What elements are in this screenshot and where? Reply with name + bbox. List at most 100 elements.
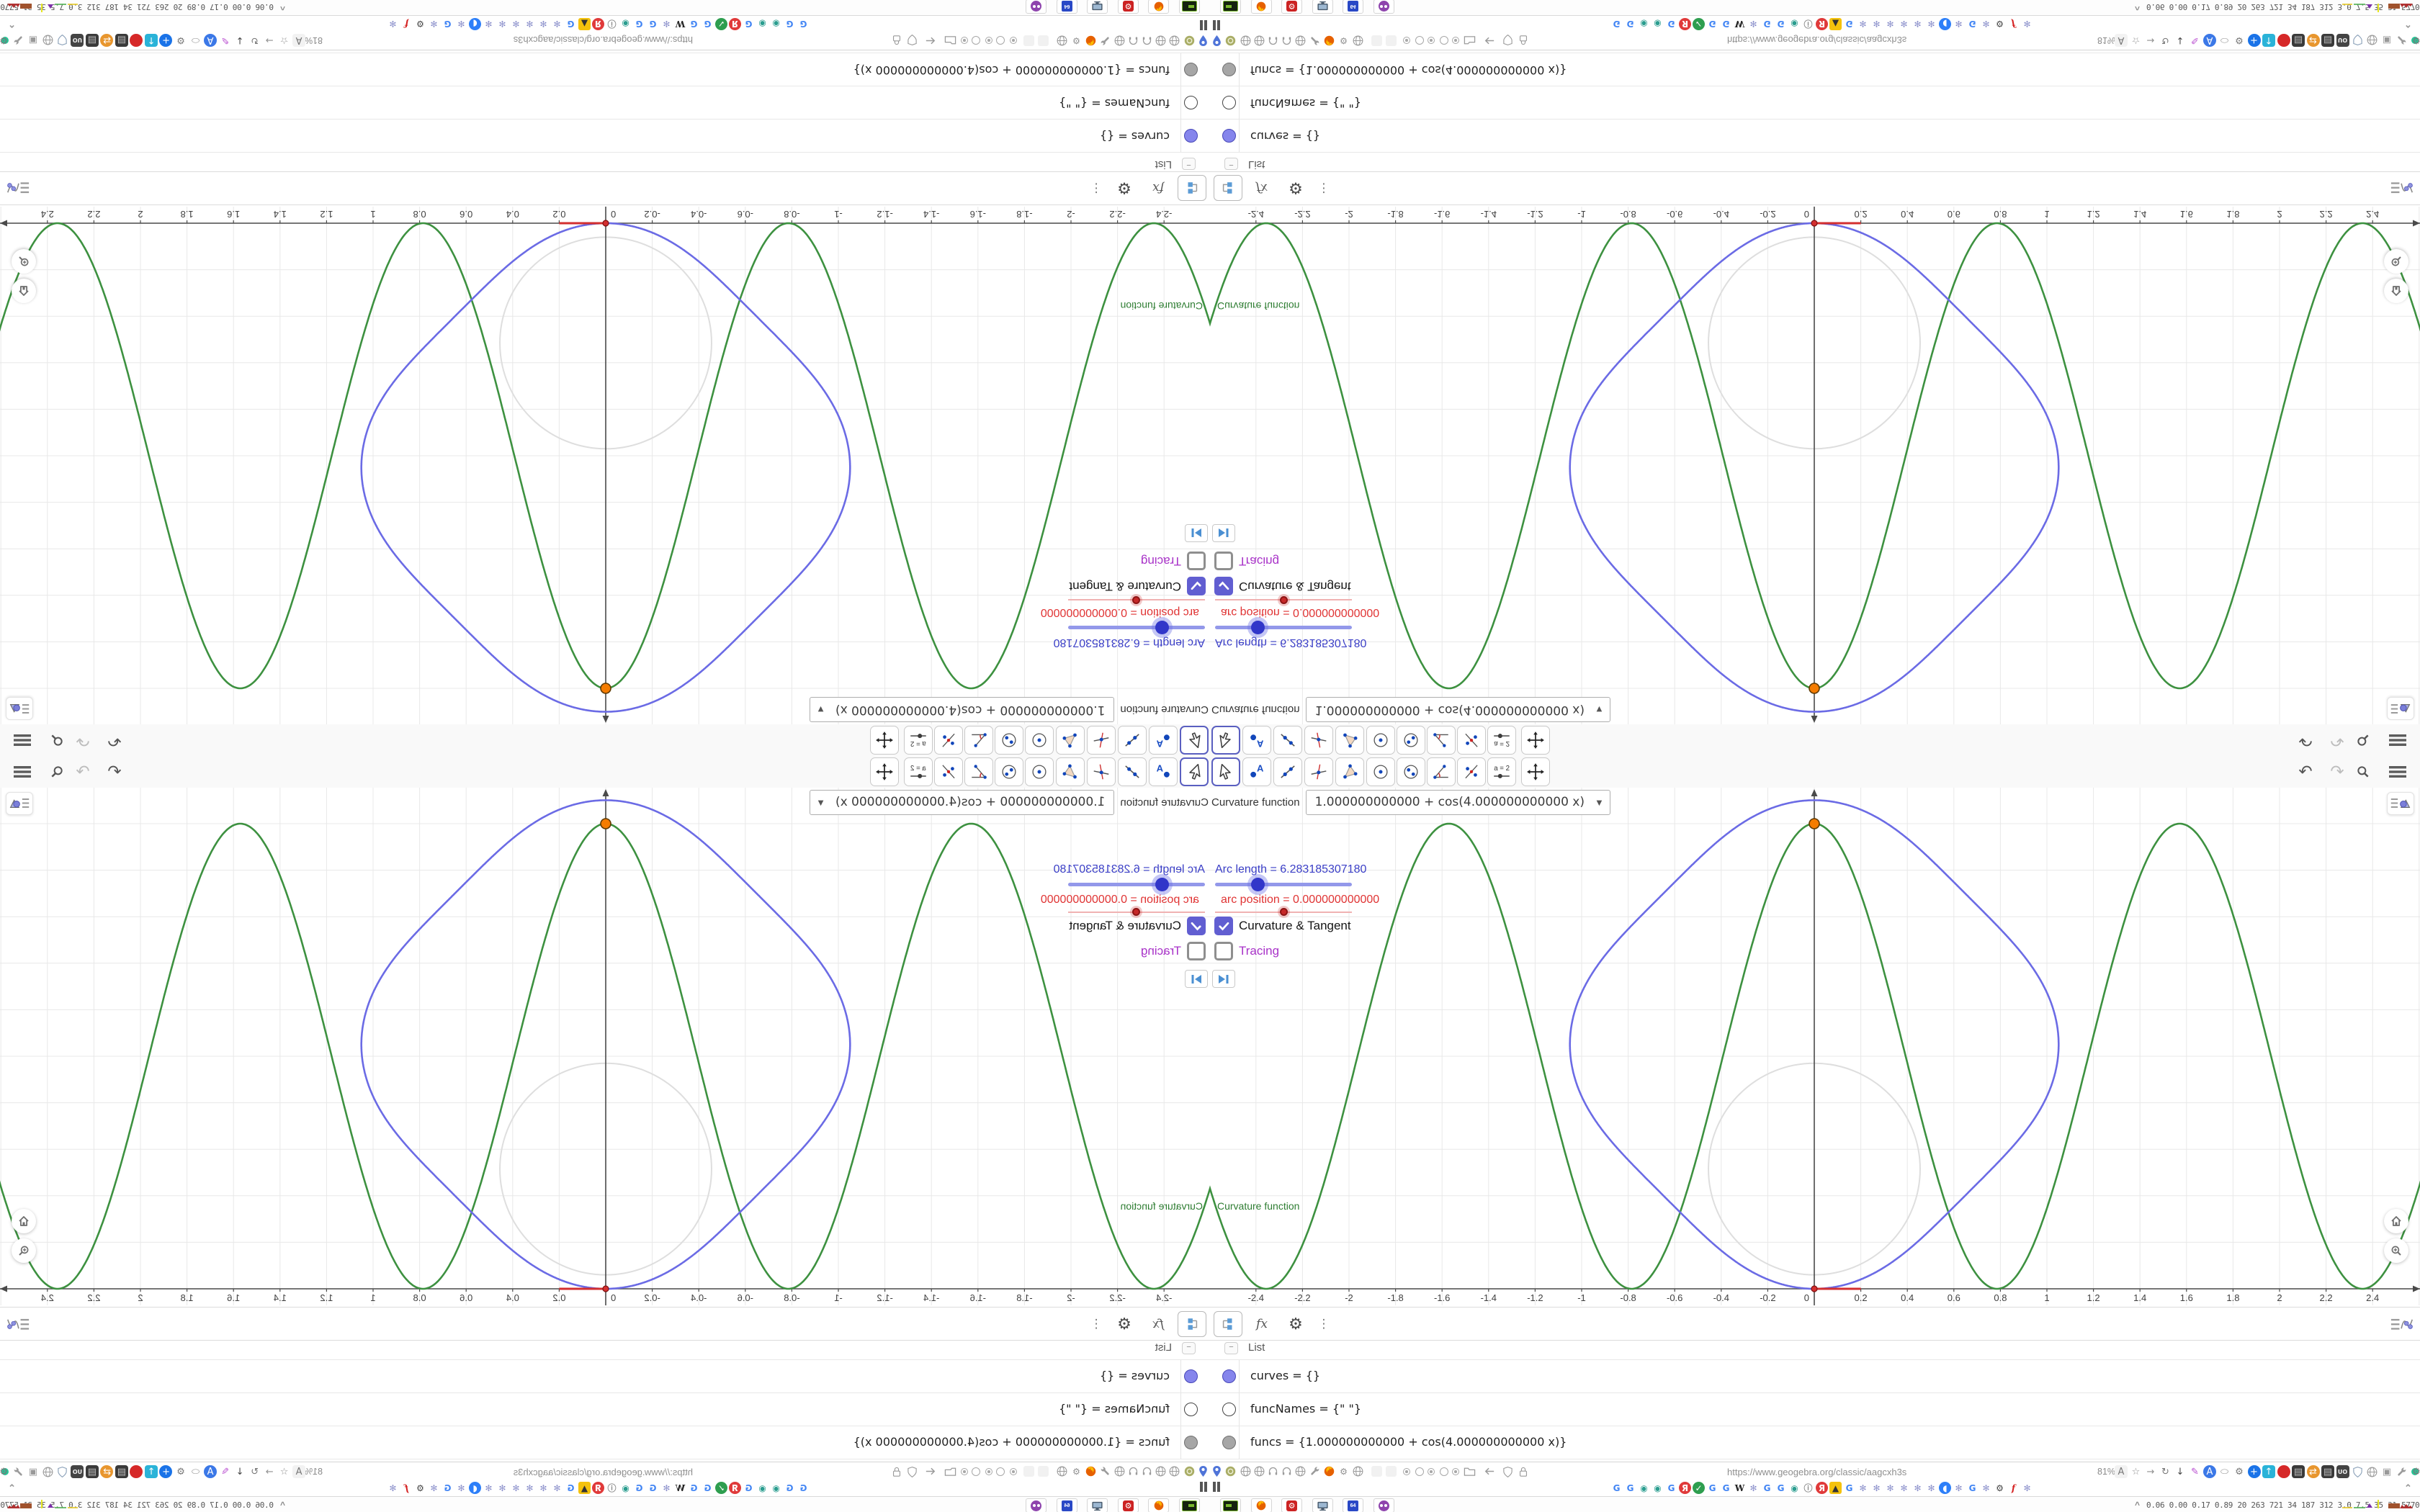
tab-gear-dark-favicon[interactable]: ⚙	[414, 1482, 426, 1494]
tab-geogebra-favicon[interactable]: ✻	[1857, 1482, 1869, 1494]
taskbar-app-floppy-64[interactable]: 64	[1057, 1498, 1077, 1512]
tab-info-favicon[interactable]: ⓘ	[606, 18, 618, 30]
extension-arrow-right-icon[interactable]: →	[263, 1465, 276, 1478]
tab-geogebra-favicon[interactable]: ✻	[1980, 1482, 1992, 1494]
globe-icon[interactable]	[1056, 31, 1068, 47]
zoom-search-icon[interactable]	[46, 756, 68, 788]
expand-stats-icon[interactable]: ^	[2135, 1500, 2140, 1510]
extension-globe-gray-icon[interactable]	[42, 34, 55, 47]
curvature-tangent-checkbox[interactable]	[1214, 917, 1233, 935]
extension-globe-gray-icon[interactable]	[2366, 1465, 2379, 1478]
extension-add-blue-icon[interactable]: +	[2247, 34, 2261, 47]
tool-slider[interactable]: a = 2	[904, 726, 933, 755]
tab-geogebra-favicon[interactable]: ✻	[660, 1482, 673, 1494]
extension-highlighter-icon[interactable]: ✎	[2189, 34, 2202, 47]
tool-angle[interactable]	[964, 726, 993, 755]
tab-geogebra-favicon[interactable]: ✻	[537, 18, 550, 30]
url-text[interactable]: https://www.geogebra.org/classic/aagcxh3…	[514, 35, 693, 45]
extension-mouse-icon[interactable]: ⬭	[189, 34, 202, 47]
extension-upload-cyan-icon[interactable]: ↑	[2262, 34, 2275, 47]
tab-geogebra-favicon[interactable]: ✻	[551, 1482, 563, 1494]
algebra-view-icon[interactable]	[2387, 175, 2417, 201]
tab-yandex-favicon[interactable]: Я	[1679, 18, 1691, 30]
algebra-row-funcnames[interactable]: funcNames = {" "}	[1210, 86, 2420, 120]
chevron-up-icon[interactable]: ⌃	[8, 18, 16, 30]
visibility-toggle-curves[interactable]	[1222, 1369, 1236, 1383]
tab-google-favicon[interactable]: G	[442, 1482, 454, 1494]
tool-slider[interactable]: a = 2	[1487, 726, 1516, 755]
tab-geogebra-favicon[interactable]: ✻	[537, 1482, 550, 1494]
tab-google-favicon[interactable]: G	[647, 1482, 659, 1494]
tree-structure-button[interactable]	[1178, 1311, 1206, 1337]
extension-stripes-dark-icon[interactable]: ▤	[2321, 34, 2334, 47]
graphics-view[interactable]: -2.4 -2.2 -2 -1.8 -1.6 -1.4 -1.2 -1 -0.8 -0.6 -0.4…	[0, 788, 1210, 1305]
extension-download-icon[interactable]: ↓	[2174, 34, 2187, 47]
tool-point[interactable]: A	[1242, 726, 1271, 755]
algebra-row-funcs[interactable]: funcs = {1.000000000000 + cos(4.00000000…	[1210, 53, 2420, 86]
extension-wrench-icon[interactable]	[12, 34, 25, 47]
tab-geogebra-favicon[interactable]: ✻	[2021, 1482, 2033, 1494]
extension-shield-blue-icon[interactable]	[56, 1465, 69, 1478]
tool-reflect-about-line[interactable]	[1457, 726, 1486, 755]
menu-bars-icon[interactable]	[2385, 756, 2410, 788]
tool-polygon[interactable]	[1056, 726, 1085, 755]
extension-gear-icon[interactable]: ⚙	[2233, 1465, 2246, 1478]
tab-google-favicon[interactable]: G	[1720, 1482, 1732, 1494]
taskbar-app-display[interactable]	[1312, 0, 1333, 14]
taskbar-app-package-red[interactable]: ⚙	[1118, 0, 1139, 14]
extension-puzzle-icon[interactable]: ▣	[2380, 1465, 2393, 1478]
tab-google-favicon[interactable]: G	[1624, 18, 1636, 30]
home-button[interactable]	[2384, 1209, 2408, 1233]
graphics-view-icon[interactable]	[6, 792, 33, 815]
tab-geogebra-favicon[interactable]: ✻	[428, 18, 440, 30]
taskbar-app-firefox[interactable]	[1148, 1498, 1170, 1512]
extension-star-icon[interactable]: ☆	[278, 1465, 291, 1478]
arc-position-slider-handle[interactable]	[1280, 908, 1288, 916]
folder-icon[interactable]	[944, 1466, 956, 1480]
zoom-in-button[interactable]	[2384, 1238, 2408, 1263]
tab-geogebra-favicon[interactable]: ✻	[1747, 1482, 1760, 1494]
tab-green-check-favicon[interactable]: ✓	[1693, 1482, 1705, 1494]
extension-record-red-icon[interactable]	[130, 1465, 143, 1478]
taskbar-app-package-red[interactable]: ⚙	[1281, 0, 1302, 14]
extension-ublock-origin-icon[interactable]: UO	[2336, 34, 2349, 47]
lock-icon[interactable]	[892, 1466, 902, 1482]
tab-wikipedia-favicon[interactable]: W	[674, 1482, 686, 1494]
tool-angle[interactable]	[1427, 726, 1456, 755]
wrench-icon[interactable]	[1099, 31, 1111, 47]
tool-circle-center-point[interactable]	[1366, 726, 1395, 755]
firefox-icon[interactable]	[1323, 1465, 1335, 1481]
tab-google-favicon[interactable]: G	[1966, 1482, 1978, 1494]
tool-move-cursor[interactable]	[1180, 757, 1209, 786]
kebab-menu-icon[interactable]: ⋮	[1315, 1311, 1332, 1337]
folder-icon[interactable]	[1464, 1466, 1476, 1480]
visibility-toggle-funcs[interactable]	[1222, 63, 1236, 76]
tool-circle-center-point[interactable]	[1025, 726, 1054, 755]
extension-star-icon[interactable]: ☆	[278, 34, 291, 47]
tab-google-favicon[interactable]: G	[1761, 18, 1773, 30]
extension-stripes-dark-icon[interactable]: ▤	[2292, 34, 2305, 47]
tab-google-favicon[interactable]: G	[565, 18, 577, 30]
extension-translate-blue-icon[interactable]: A	[204, 34, 217, 47]
extension-add-blue-icon[interactable]: +	[2247, 1465, 2261, 1478]
skip-to-end-button[interactable]	[1185, 970, 1208, 988]
extension-wrench-icon[interactable]	[2396, 1465, 2408, 1478]
extension-arrow-right-icon[interactable]: →	[263, 34, 276, 47]
tab-geogebra-favicon[interactable]: ✻	[387, 18, 399, 30]
url-text[interactable]: https://www.geogebra.org/classic/aagcxh3…	[514, 1467, 693, 1477]
skip-to-end-button[interactable]	[1185, 524, 1208, 542]
settings-gear-button[interactable]: ⚙	[1281, 1311, 1310, 1337]
extension-download-icon[interactable]: ↓	[233, 34, 246, 47]
undo-icon[interactable]: ↶	[104, 724, 125, 756]
tab-geogebra-favicon[interactable]: ✻	[1870, 18, 1883, 30]
collapse-list-button[interactable]: −	[1182, 1342, 1196, 1354]
tab-script-f-favicon[interactable]: f	[2007, 1482, 2020, 1494]
tab-google-favicon[interactable]: G	[1610, 18, 1623, 30]
lock-icon[interactable]	[892, 30, 902, 46]
tab-geogebra-favicon[interactable]: ✻	[1953, 1482, 1965, 1494]
tab-green-check-favicon[interactable]: ✓	[715, 1482, 727, 1494]
algebra-view-icon[interactable]	[3, 175, 33, 201]
visibility-toggle-funcnames[interactable]	[1184, 96, 1198, 109]
arc-length-slider-handle[interactable]	[1251, 621, 1265, 634]
arc-length-slider-handle[interactable]	[1155, 621, 1169, 634]
